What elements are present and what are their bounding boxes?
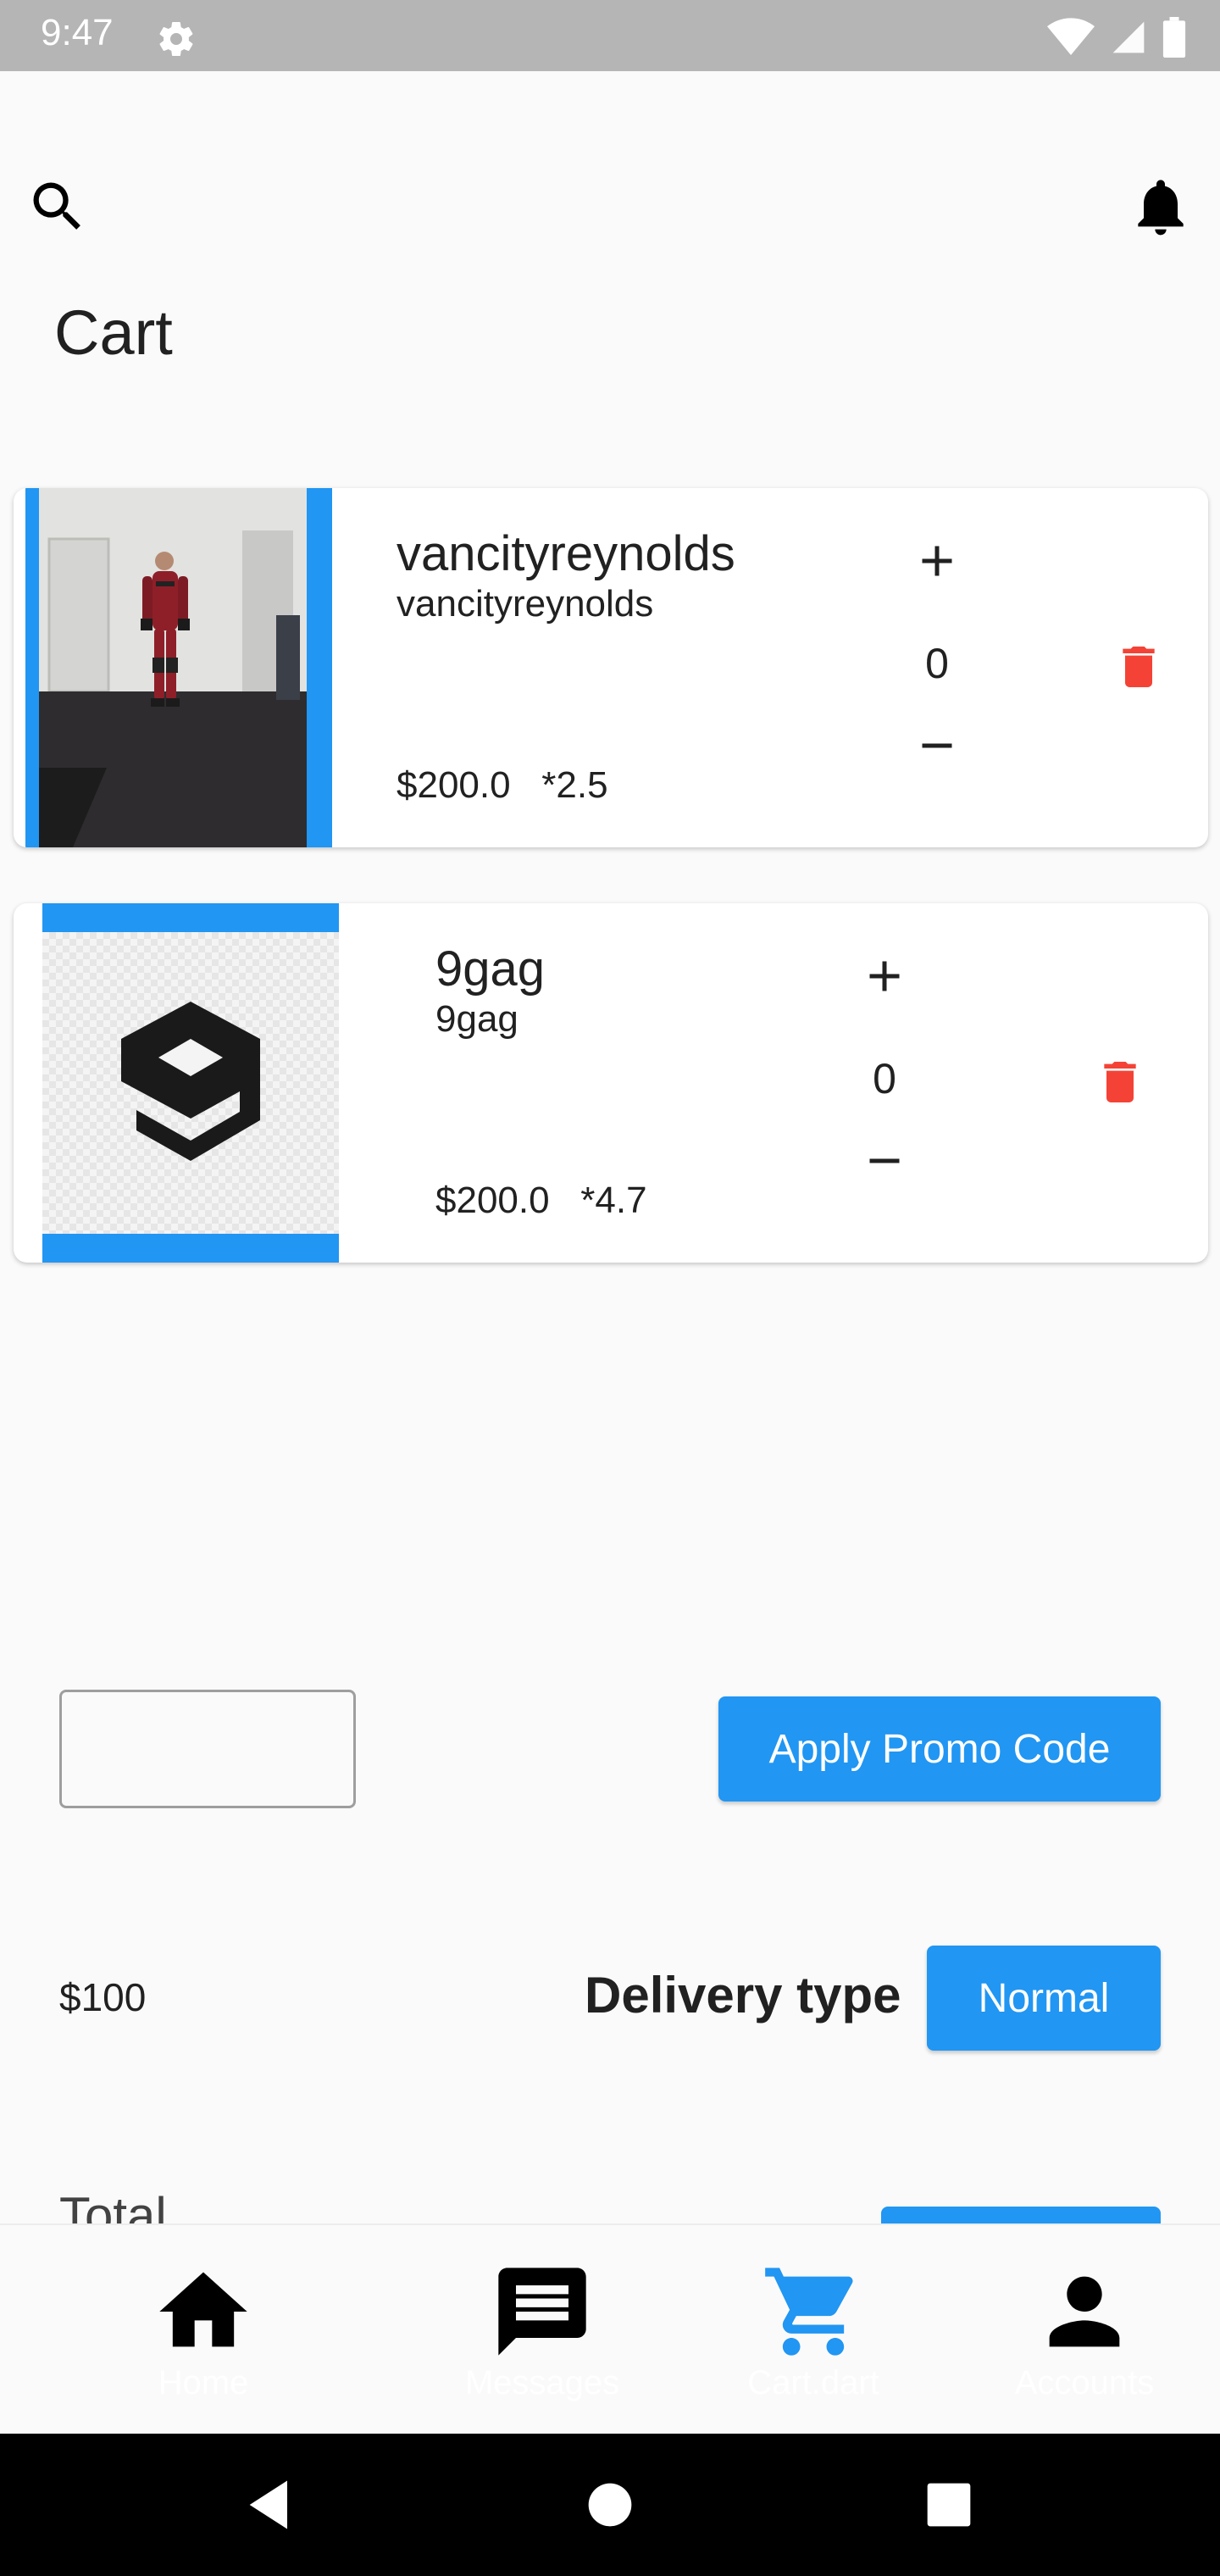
- nav-label: Accounts: [1014, 2364, 1155, 2401]
- apply-promo-code-button[interactable]: Apply Promo Code: [718, 1696, 1161, 1802]
- decrease-quantity-icon[interactable]: [912, 720, 962, 771]
- item-photo: [39, 488, 307, 847]
- item-subtitle: vancityreynolds: [396, 583, 654, 625]
- delivery-type-label: Delivery type: [585, 1967, 901, 2024]
- nav-label: Messages: [464, 2364, 620, 2401]
- battery-icon: [1162, 17, 1186, 58]
- recent-apps-square-icon[interactable]: [917, 2473, 981, 2537]
- page-title: Cart: [54, 297, 173, 368]
- nav-label: Home: [158, 2364, 249, 2401]
- nav-label: Cart.dart: [747, 2364, 879, 2401]
- cart-item-card: vancityreynolds vancityreynolds $200.0 *…: [14, 488, 1208, 847]
- promo-code-input[interactable]: [59, 1690, 356, 1808]
- settings-gear-icon: [159, 22, 193, 57]
- person-icon: [1049, 2276, 1120, 2347]
- search-icon[interactable]: [25, 175, 90, 239]
- item-price-value: $200.0: [396, 764, 511, 806]
- nav-item-messages[interactable]: Messages: [441, 2259, 644, 2429]
- quantity-value: 0: [873, 1055, 896, 1102]
- delivery-price: $100: [59, 1975, 147, 2019]
- status-bar: 9:47: [0, 0, 1220, 71]
- status-indicators: [1047, 17, 1186, 58]
- item-name: 9gag: [435, 941, 546, 997]
- cart-icon: [765, 2268, 853, 2356]
- nav-item-cart[interactable]: Cart.dart: [712, 2259, 915, 2429]
- 9gag-logo-icon: [121, 1002, 260, 1161]
- message-icon: [498, 2268, 586, 2356]
- notification-bell-icon[interactable]: [1127, 173, 1195, 241]
- item-name: vancityreynolds: [396, 526, 735, 581]
- decrease-quantity-icon[interactable]: [859, 1135, 910, 1186]
- wifi-icon: [1047, 18, 1095, 55]
- increase-quantity-icon[interactable]: [912, 536, 962, 586]
- cart-item-card: 9gag 9gag $200.0 *4.7 0: [14, 903, 1208, 1263]
- increase-quantity-icon[interactable]: [859, 951, 910, 1002]
- bottom-navigation: Home Messages Cart.dart Accounts: [0, 2223, 1220, 2434]
- delivery-type-button[interactable]: Normal: [927, 1946, 1161, 2051]
- system-navigation-bar: [0, 2434, 1220, 2576]
- item-thumbnail-frame: [25, 488, 332, 847]
- item-price: $200.0 *4.7: [435, 1180, 647, 1222]
- delete-icon[interactable]: [1112, 637, 1166, 697]
- item-multiplier: *2.5: [541, 764, 608, 806]
- item-price: $200.0 *2.5: [396, 764, 608, 807]
- item-photo: [42, 932, 339, 1234]
- item-multiplier: *4.7: [580, 1180, 647, 1221]
- item-subtitle: 9gag: [435, 998, 518, 1040]
- back-triangle-icon[interactable]: [239, 2473, 303, 2537]
- quantity-value: 0: [925, 640, 949, 687]
- nav-item-home[interactable]: Home: [102, 2259, 305, 2429]
- item-thumbnail-frame: [42, 903, 339, 1263]
- signal-icon: [1112, 21, 1145, 53]
- status-time: 9:47: [41, 12, 114, 53]
- home-circle-icon[interactable]: [578, 2473, 642, 2537]
- item-price-value: $200.0: [435, 1180, 550, 1221]
- deadpool-costume-photo: [39, 488, 307, 847]
- nav-item-accounts[interactable]: Accounts: [983, 2259, 1186, 2429]
- home-icon: [159, 2272, 247, 2347]
- delete-icon[interactable]: [1093, 1052, 1147, 1112]
